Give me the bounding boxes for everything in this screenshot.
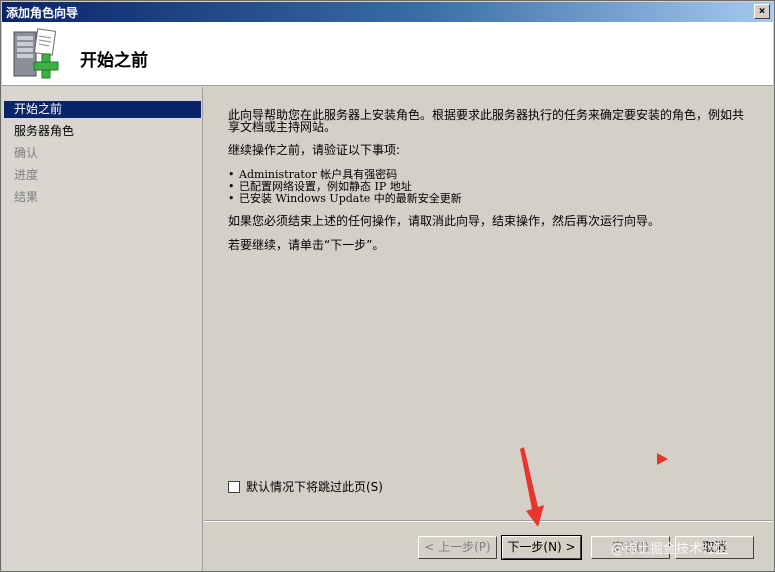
next-button[interactable]: 下一步(N) > — [501, 535, 582, 560]
wizard-header: 开始之前 — [2, 22, 773, 86]
wizard-steps-sidebar: 开始之前 服务器角色 确认 进度 结果 — [2, 87, 203, 571]
window-title: 添加角色向导 — [6, 6, 79, 20]
skip-page-label: 默认情况下将跳过此页(S) — [246, 480, 383, 494]
page-title: 开始之前 — [80, 51, 148, 71]
sidebar-item-progress: 进度 — [14, 168, 39, 182]
verify-heading: 继续操作之前，请验证以下事项: — [228, 143, 401, 157]
annotation-arrow — [520, 447, 544, 527]
requirements-list: • Administrator 帐户具有强密码 • 已配置网络设置，例如静态 IP … — [228, 169, 462, 205]
sidebar-item-confirmation: 确认 — [14, 146, 39, 160]
sidebar-item-server-roles[interactable]: 服务器角色 — [4, 123, 201, 140]
server-add-icon — [13, 28, 59, 79]
sidebar-item-before-you-begin[interactable]: 开始之前 — [4, 101, 201, 118]
wizard-content: 此向导帮助您在此服务器上安装角色。根据要求此服务器执行的任务来确定要安装的角色，… — [204, 87, 773, 521]
list-item: • 已安装 Windows Update 中的最新安全更新 — [228, 192, 462, 205]
sidebar-item-results: 结果 — [14, 190, 39, 204]
intro-text-line2: 享文档或主持网站。 — [228, 120, 337, 134]
checkbox[interactable] — [228, 481, 240, 493]
annotation-triangle — [657, 453, 668, 465]
add-roles-wizard-window: 添加角色向导 × 开始之前 开始之前 服务器角色 确认 进度 结果 此向导帮助您… — [0, 0, 775, 572]
watermark: @稀土掘金技术社区 — [611, 542, 729, 557]
continue-note: 若要继续，请单击“下一步”。 — [228, 238, 385, 252]
skip-page-checkbox[interactable]: 默认情况下将跳过此页(S) — [228, 478, 383, 495]
footer-divider — [204, 520, 773, 522]
back-button[interactable]: < 上一步(P) — [418, 536, 497, 559]
close-button[interactable]: × — [754, 4, 770, 19]
title-bar[interactable]: 添加角色向导 × — [2, 2, 773, 22]
cancel-note: 如果您必须结束上述的任何操作，请取消此向导，结束操作，然后再次运行向导。 — [228, 214, 661, 228]
